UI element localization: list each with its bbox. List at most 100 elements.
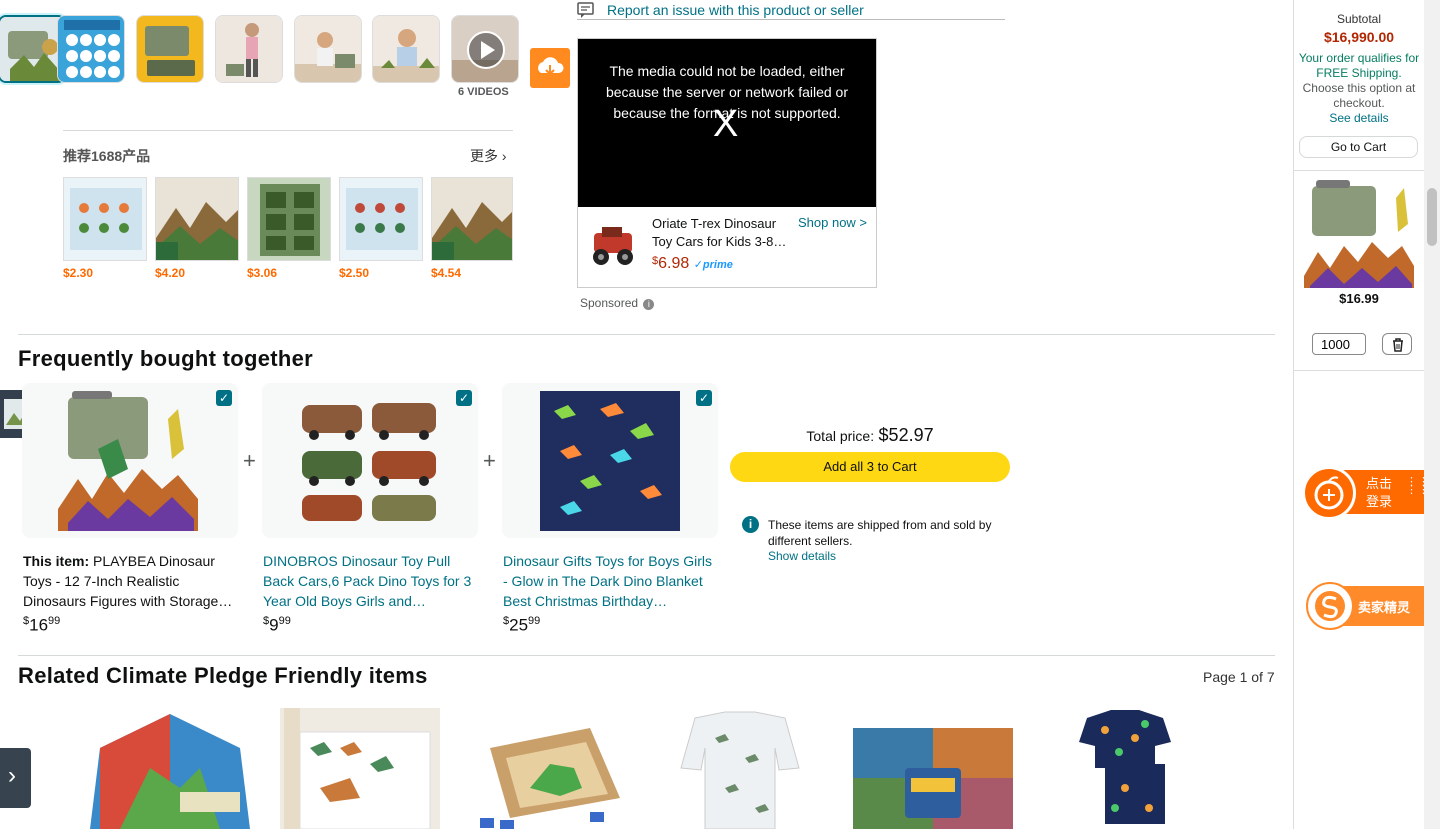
scrollbar[interactable]	[1424, 0, 1440, 829]
scrollbar-thumb[interactable]	[1427, 188, 1437, 246]
thumbnail-video[interactable]	[451, 15, 519, 83]
fbt-item-3-checkbox[interactable]: ✓	[696, 390, 712, 406]
thumbnail-5[interactable]	[294, 15, 362, 83]
related-heading: Related Climate Pledge Friendly items	[18, 663, 428, 688]
login-text-line-2: 登录	[1366, 494, 1393, 509]
trash-icon	[1393, 338, 1403, 352]
related-item-5[interactable]	[853, 728, 1013, 829]
recommend-price-3: $3.06	[247, 266, 278, 280]
cart-quantity-input[interactable]	[1312, 333, 1366, 355]
add-all-to-cart-button[interactable]: Add all 3 to Cart	[730, 452, 1010, 482]
plus-icon: +	[243, 448, 256, 473]
fbt-item-2-image[interactable]: ✓	[262, 383, 478, 538]
divider	[1294, 370, 1424, 371]
prime-badge: ✓prime	[693, 259, 733, 271]
recommend-price-4: $2.50	[339, 266, 370, 280]
divider	[1294, 170, 1424, 171]
free-shipping-text: Your order qualifies for FREE Shipping.	[1298, 51, 1420, 80]
price-cents: 99	[528, 615, 541, 627]
go-to-cart-button[interactable]: Go to Cart	[1299, 136, 1418, 158]
subtotal-label: Subtotal	[1336, 12, 1382, 26]
fbt-item-3-image[interactable]: ✓	[502, 383, 718, 538]
cart-subtotal: Subtotal $16,990.00 Your order qualifies…	[1294, 12, 1424, 126]
carousel-prev-button[interactable]: ›	[0, 748, 31, 808]
fbt-item-2-title[interactable]: DINOBROS Dinosaur Toy Pull Back Cars,6 P…	[263, 551, 479, 611]
recommend-product-3[interactable]	[247, 177, 331, 261]
report-issue-link[interactable]: Report an issue with this product or sel…	[607, 2, 864, 18]
price-dollars: 25	[509, 615, 529, 635]
recommend-title: 推荐1688产品	[63, 148, 151, 164]
fbt-item-1-title[interactable]: This item: PLAYBEA Dinosaur Toys - 12 7-…	[23, 551, 239, 611]
seller-sprite-logo-icon	[1306, 582, 1354, 630]
recommend-more-label: 更多	[470, 148, 498, 164]
price-dollars: 9	[269, 615, 279, 635]
fbt-item-1-image[interactable]: ✓	[22, 383, 238, 538]
recommend-more-link[interactable]: 更多 ›	[470, 146, 507, 166]
videos-count[interactable]: 6 VIDEOS	[458, 86, 509, 98]
fbt-item-3-title[interactable]: Dinosaur Gifts Toys for Boys Girls - Glo…	[503, 551, 719, 611]
related-item-4[interactable]	[675, 708, 805, 829]
fbt-total: Total price: $52.97	[730, 425, 1010, 446]
cart-item-price: $16.99	[1339, 291, 1379, 306]
price-cents: 99	[48, 615, 61, 627]
info-icon: i	[643, 299, 655, 310]
fbt-item-1-checkbox[interactable]: ✓	[216, 390, 232, 406]
this-item-label: This item:	[23, 553, 94, 569]
plugin-login-text: 点击 登录	[1366, 475, 1392, 511]
sponsored-label[interactable]: Sponsored i	[580, 296, 655, 310]
seller-sprite-widget[interactable]: 卖家精灵	[1306, 582, 1424, 630]
delete-button[interactable]	[1382, 333, 1412, 355]
report-issue-row: Report an issue with this product or sel…	[577, 2, 1005, 20]
plus-icon: +	[483, 448, 496, 473]
sponsored-video-ad: The media could not be loaded, either be…	[577, 38, 877, 288]
recommend-product-5[interactable]	[431, 177, 513, 261]
recommend-product-2[interactable]	[155, 177, 239, 261]
fbt-heading: Frequently bought together	[18, 346, 314, 371]
subtotal-value: $16,990.00	[1323, 29, 1395, 45]
recommend-product-1[interactable]	[63, 177, 147, 261]
chevron-right-icon: ›	[8, 762, 16, 789]
ad-product-title[interactable]: Oriate T-rex Dinosaur Toy Cars for Kids …	[652, 215, 792, 251]
price-dollars: 16	[29, 615, 49, 635]
info-icon: i	[742, 516, 759, 533]
recommend-price-1: $2.30	[63, 266, 94, 280]
ad-product-image[interactable]	[588, 221, 638, 271]
fbt-item-2-price: $999	[263, 615, 291, 636]
sponsored-text: Sponsored	[580, 296, 639, 310]
drag-handle-icon[interactable]: ⋮⋮ ⋮⋮	[1406, 477, 1430, 496]
page-indicator: Page 1 of 7	[1203, 669, 1275, 685]
show-details-link[interactable]: Show details	[768, 549, 836, 563]
ad-price: $6.98 ✓prime	[652, 255, 733, 273]
thumbnail-6[interactable]	[372, 15, 440, 83]
cloud-download-icon	[538, 57, 564, 76]
related-item-2[interactable]	[280, 708, 440, 829]
related-item-1[interactable]	[90, 708, 250, 829]
recommend-price-5: $4.54	[431, 266, 462, 280]
fbt-item-1-price: $1699	[23, 615, 60, 636]
see-details-link[interactable]: See details	[1294, 111, 1424, 126]
total-price-value: $52.97	[878, 425, 934, 445]
fbt-item-2-checkbox[interactable]: ✓	[456, 390, 472, 406]
divider	[63, 130, 513, 131]
plugin-logo-icon	[1302, 466, 1356, 520]
download-button[interactable]	[530, 48, 570, 88]
video-player[interactable]: The media could not be loaded, either be…	[578, 39, 876, 207]
seller-sprite-label: 卖家精灵	[1358, 600, 1411, 615]
close-icon[interactable]: X	[713, 103, 738, 146]
recommend-product-4[interactable]	[339, 177, 423, 261]
report-icon	[577, 2, 594, 18]
related-item-3[interactable]	[470, 708, 630, 829]
related-item-6[interactable]	[1075, 708, 1175, 829]
cart-item-image[interactable]	[1304, 180, 1414, 288]
shipping-info: These items are shipped from and sold by…	[768, 518, 992, 548]
checkout-option-text: Choose this option at checkout.	[1302, 81, 1416, 110]
thumbnail-3[interactable]	[136, 15, 204, 83]
chevron-right-icon: ›	[501, 148, 507, 164]
recommend-price-2: $4.20	[155, 266, 186, 280]
price-cents: 99	[278, 615, 291, 627]
divider	[18, 655, 1275, 656]
thumbnail-2[interactable]	[57, 15, 125, 83]
plugin-login-widget[interactable]: 点击 登录 ⋮⋮ ⋮⋮	[1302, 466, 1429, 520]
thumbnail-4[interactable]	[215, 15, 283, 83]
shop-now-link[interactable]: Shop now >	[798, 215, 867, 230]
